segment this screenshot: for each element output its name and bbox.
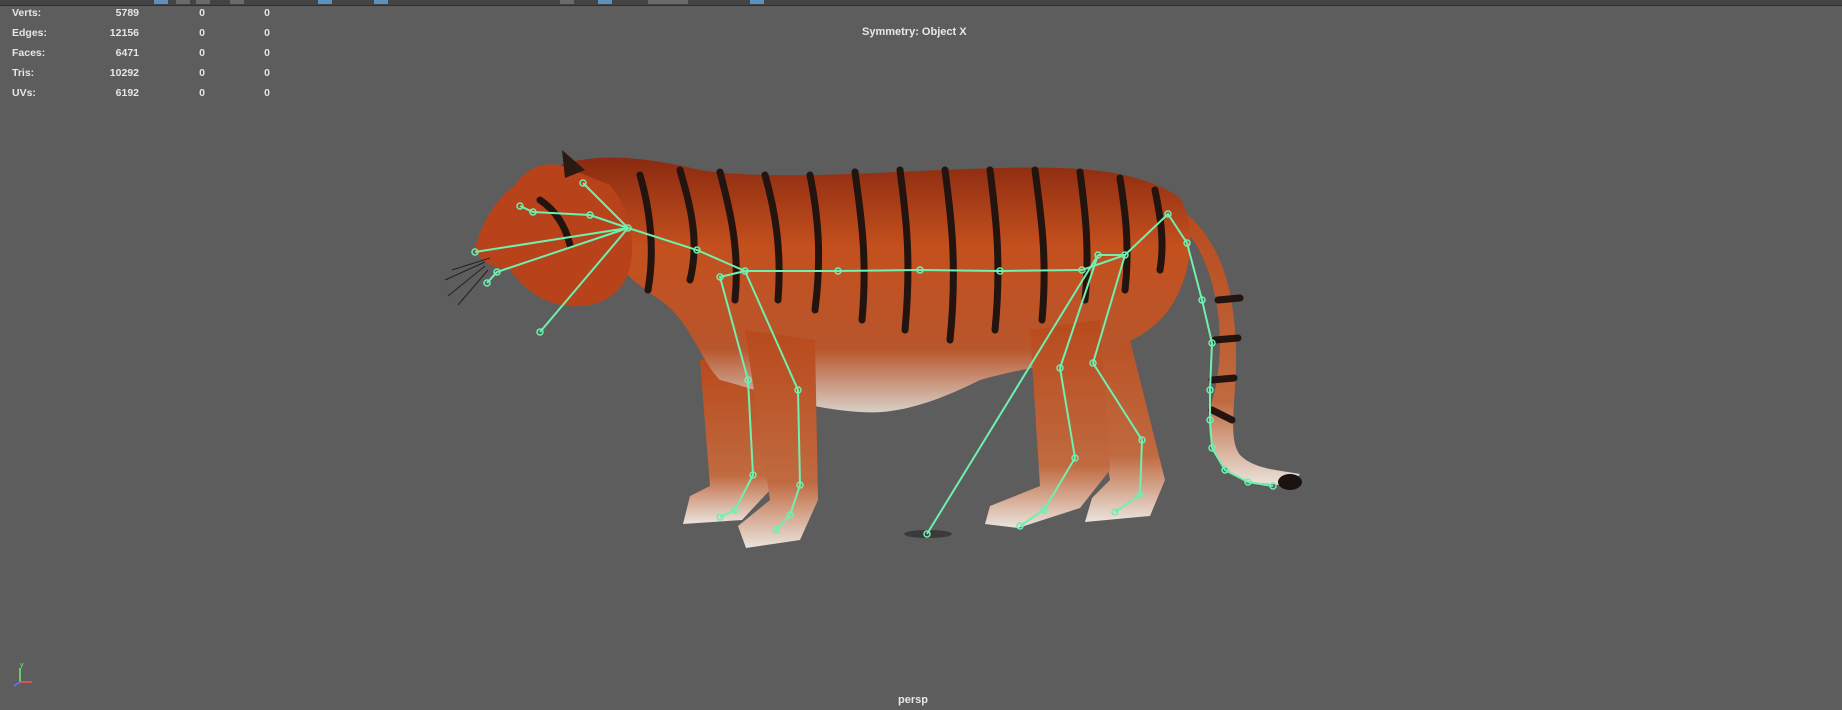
- tiger-whiskers: [444, 257, 491, 306]
- camera-label: persp: [898, 694, 928, 706]
- axis-gizmo-icon: y: [13, 662, 32, 687]
- tiger-tail-tip: [1278, 474, 1302, 490]
- tiger-model[interactable]: [444, 150, 1302, 548]
- viewport-canvas[interactable]: [0, 0, 1842, 710]
- axis-y-label: y: [20, 662, 24, 669]
